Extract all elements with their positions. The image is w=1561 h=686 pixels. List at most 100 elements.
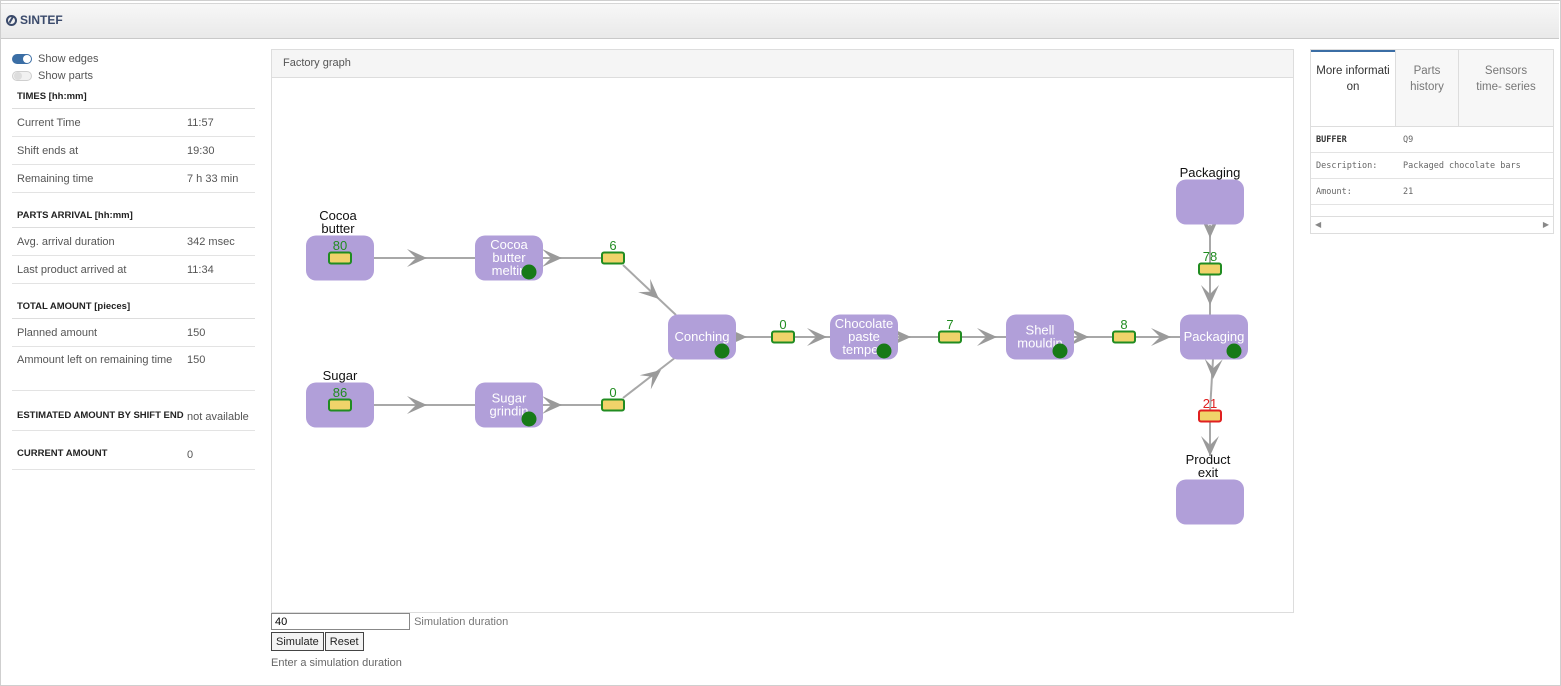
reset-button[interactable]: Reset xyxy=(324,632,364,651)
node-label: Sugar xyxy=(323,368,358,383)
info-row-label: Amount: xyxy=(1316,186,1352,197)
horizontal-scrollbar[interactable]: ◀ ▶ xyxy=(1311,216,1553,233)
buffer-after_tempering[interactable] xyxy=(938,330,962,344)
total-row: Planned amount 150 xyxy=(12,319,255,347)
node-label: Conching xyxy=(675,329,730,344)
buffer-count: 0 xyxy=(609,385,616,400)
scroll-right-icon[interactable]: ▶ xyxy=(1543,220,1549,229)
scroll-left-icon[interactable]: ◀ xyxy=(1315,220,1321,229)
times-row-value: 19:30 xyxy=(187,144,215,157)
node-label: Packaging xyxy=(1184,329,1245,344)
times-row-value: 7 h 33 min xyxy=(187,172,239,185)
show-parts-label: Show parts xyxy=(38,69,94,82)
show-edges-label: Show edges xyxy=(38,52,99,65)
buffer-packaging_out[interactable] xyxy=(1198,409,1222,423)
times-row: Remaining time 7 h 33 min xyxy=(12,165,255,193)
arrival-row: Last product arrived at 11:34 xyxy=(12,256,255,284)
status-dot-icon xyxy=(1052,343,1068,359)
current-amount-value: 0 xyxy=(187,449,194,461)
logo-text: SINTEF xyxy=(20,13,63,27)
current-amount-row: CURRENT AMOUNT 0 xyxy=(12,442,255,470)
toggle-switch-icon[interactable] xyxy=(12,53,32,64)
info-row-label: Description: xyxy=(1316,160,1378,171)
graph-edge xyxy=(622,356,677,399)
show-edges-toggle[interactable]: Show edges xyxy=(12,50,255,67)
arrival-heading: PARTS ARRIVAL [hh:mm] xyxy=(12,204,255,228)
arrival-row-label: Last product arrived at xyxy=(17,263,127,276)
times-row-label: Current Time xyxy=(17,116,81,129)
info-row: Amount: 21 xyxy=(1311,179,1553,205)
node-exit[interactable] xyxy=(1176,479,1244,525)
sintef-logo-icon xyxy=(6,14,17,26)
node-label: exit xyxy=(1198,465,1219,480)
arrival-row-label: Avg. arrival duration xyxy=(17,235,115,248)
buffer-after_shell[interactable] xyxy=(1112,330,1136,344)
estimated-amount-label: ESTIMATED AMOUNT BY SHIFT END xyxy=(17,410,184,421)
buffer-count: 80 xyxy=(333,238,347,253)
times-row-label: Shift ends at xyxy=(17,144,79,157)
buffer-after_melting[interactable] xyxy=(601,251,625,265)
total-row-value: 150 xyxy=(187,354,206,366)
tab-sensors-time-series[interactable]: Sensors time- series xyxy=(1458,50,1553,126)
node-label: butter xyxy=(321,221,355,236)
status-dot-icon xyxy=(521,411,537,427)
status-dot-icon xyxy=(714,343,730,359)
status-dot-icon xyxy=(1226,343,1242,359)
status-dot-icon xyxy=(876,343,892,359)
total-row-label: Planned amount xyxy=(17,326,98,339)
times-row-value: 11:57 xyxy=(187,116,214,129)
info-row-value: 21 xyxy=(1403,186,1414,197)
current-amount-label: CURRENT AMOUNT xyxy=(17,448,108,459)
times-heading: TIMES [hh:mm] xyxy=(12,88,255,109)
node-label: Packaging xyxy=(1180,165,1241,180)
times-row: Shift ends at 19:30 xyxy=(12,137,255,165)
buffer-count: 7 xyxy=(946,317,953,332)
buffer-after_grinding[interactable] xyxy=(601,398,625,412)
factory-graph-panel: Factory graph Cocoa butter Sugar Cocoa butte… xyxy=(271,49,1294,613)
graph-edge xyxy=(622,264,677,316)
buffer-packaging_in[interactable] xyxy=(1198,262,1222,276)
buffer-count: 78 xyxy=(1203,249,1217,264)
simulation-controls: Simulation duration Simulate Reset Enter… xyxy=(271,613,508,669)
top-bar: SINTEF xyxy=(1,3,1559,39)
times-row-label: Remaining time xyxy=(17,172,94,185)
estimated-amount-value: not available xyxy=(187,411,249,423)
arrival-row-value: 11:34 xyxy=(187,263,214,276)
status-dot-icon xyxy=(521,264,537,280)
arrival-row: Avg. arrival duration 342 msec xyxy=(12,228,255,256)
buffer-cocoa_src[interactable] xyxy=(328,251,352,265)
arrival-row-value: 342 msec xyxy=(187,235,235,248)
info-row-label: BUFFER xyxy=(1316,134,1347,145)
tab-parts-history[interactable]: Parts history xyxy=(1395,50,1458,126)
buffer-count: 0 xyxy=(779,317,786,332)
buffer-sugar_src[interactable] xyxy=(328,398,352,412)
buffer-after_conching[interactable] xyxy=(771,330,795,344)
total-row: Ammount left on remaining time 150 xyxy=(12,347,255,391)
simulate-button[interactable]: Simulate xyxy=(271,632,324,651)
estimated-amount-row: ESTIMATED AMOUNT BY SHIFT END not availa… xyxy=(12,402,255,431)
simulation-duration-label: Simulation duration xyxy=(414,615,509,628)
simulation-duration-input[interactable] xyxy=(271,613,410,630)
left-panel: Show edges Show parts TIMES [hh:mm] Curr… xyxy=(12,50,255,470)
buffer-count: 21 xyxy=(1203,396,1217,411)
node-label: meltin xyxy=(492,263,527,278)
buffer-count: 86 xyxy=(333,385,347,400)
tab-more-information[interactable]: More informati on xyxy=(1311,50,1395,126)
times-row: Current Time 11:57 xyxy=(12,109,255,137)
simulation-hint: Enter a simulation duration xyxy=(271,657,402,669)
info-row-value: Packaged chocolate bars xyxy=(1403,160,1521,171)
buffer-count: 8 xyxy=(1120,317,1127,332)
info-row: BUFFER Q9 xyxy=(1311,127,1553,153)
total-row-label: Ammount left on remaining time xyxy=(17,354,173,366)
factory-graph-canvas[interactable]: CocoabutterSugarCocoabuttermeltinSugargr… xyxy=(272,50,1293,612)
total-heading: TOTAL AMOUNT [pieces] xyxy=(12,295,255,319)
toggle-switch-icon[interactable] xyxy=(12,70,32,81)
total-row-value: 150 xyxy=(187,326,206,339)
arrow-icon xyxy=(639,370,661,390)
sintef-logo[interactable]: SINTEF xyxy=(6,13,63,27)
node-packaging_src[interactable] xyxy=(1176,179,1244,225)
info-panel: More informati on Parts history Sensors … xyxy=(1310,49,1554,234)
info-row-value: Q9 xyxy=(1403,134,1414,145)
show-parts-toggle[interactable]: Show parts xyxy=(12,67,255,84)
info-row: Description: Packaged chocolate bars xyxy=(1311,153,1553,179)
